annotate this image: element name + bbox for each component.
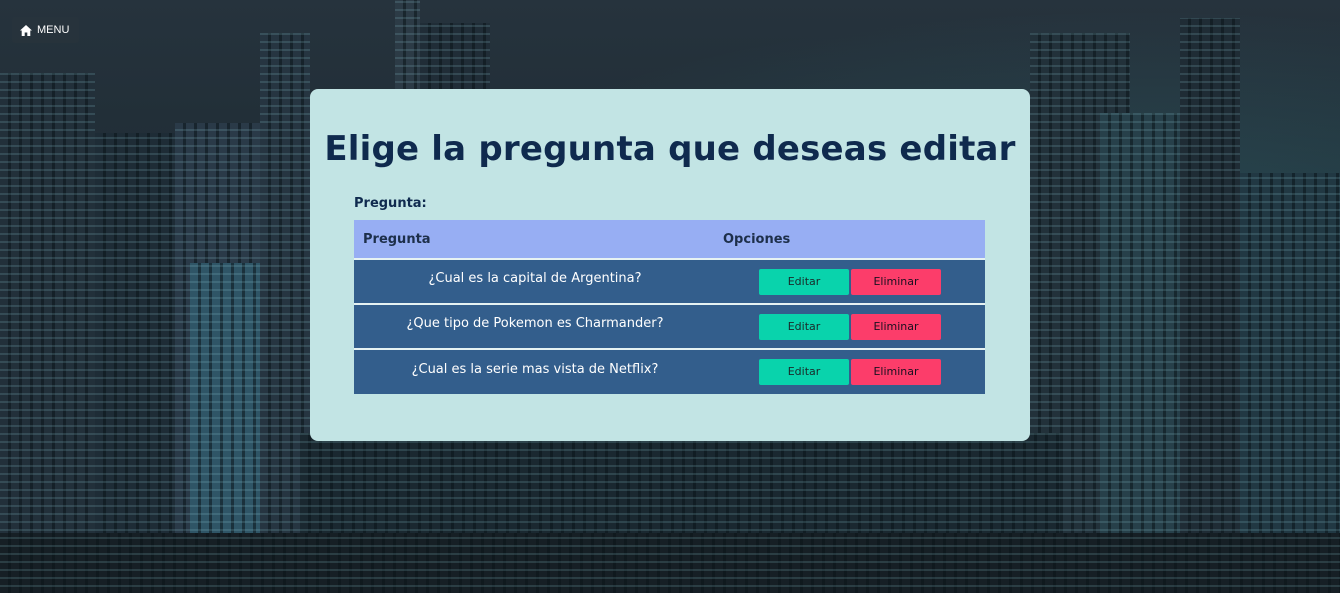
question-text: ¿Que tipo de Pokemon es Charmander? [406, 316, 664, 331]
edit-button[interactable]: Editar [759, 313, 849, 340]
column-header-options: Opciones [723, 231, 791, 247]
column-header-question: Pregunta [363, 231, 431, 247]
menu-label: MENU [37, 24, 70, 36]
delete-button[interactable]: Eliminar [851, 313, 941, 340]
delete-button[interactable]: Eliminar [851, 359, 941, 385]
home-icon [20, 24, 32, 36]
table-header-row: Pregunta Opciones [354, 220, 985, 259]
table-row: ¿Que tipo de Pokemon es Charmander? Edit… [354, 304, 985, 349]
question-text: ¿Cual es la capital de Argentina? [428, 271, 642, 286]
row-options: Editar Eliminar [716, 304, 985, 349]
table-row: ¿Cual es la serie mas vista de Netflix? … [354, 349, 985, 394]
question-text: ¿Cual es la serie mas vista de Netflix? [411, 361, 659, 377]
edit-button[interactable]: Editar [759, 268, 849, 295]
edit-button[interactable]: Editar [759, 359, 849, 385]
menu-button[interactable]: MENU [12, 17, 80, 43]
delete-button[interactable]: Eliminar [851, 268, 941, 295]
question-field-label: Pregunta: [354, 196, 427, 211]
row-options: Editar Eliminar [716, 349, 985, 394]
row-options: Editar Eliminar [716, 259, 985, 304]
questions-table: Pregunta Opciones ¿Cual es la capital de… [354, 220, 985, 394]
table-row: ¿Cual es la capital de Argentina? Editar… [354, 259, 985, 304]
edit-question-card: Elige la pregunta que deseas editar Preg… [310, 89, 1030, 441]
page-title: Elige la pregunta que deseas editar [324, 129, 1016, 169]
